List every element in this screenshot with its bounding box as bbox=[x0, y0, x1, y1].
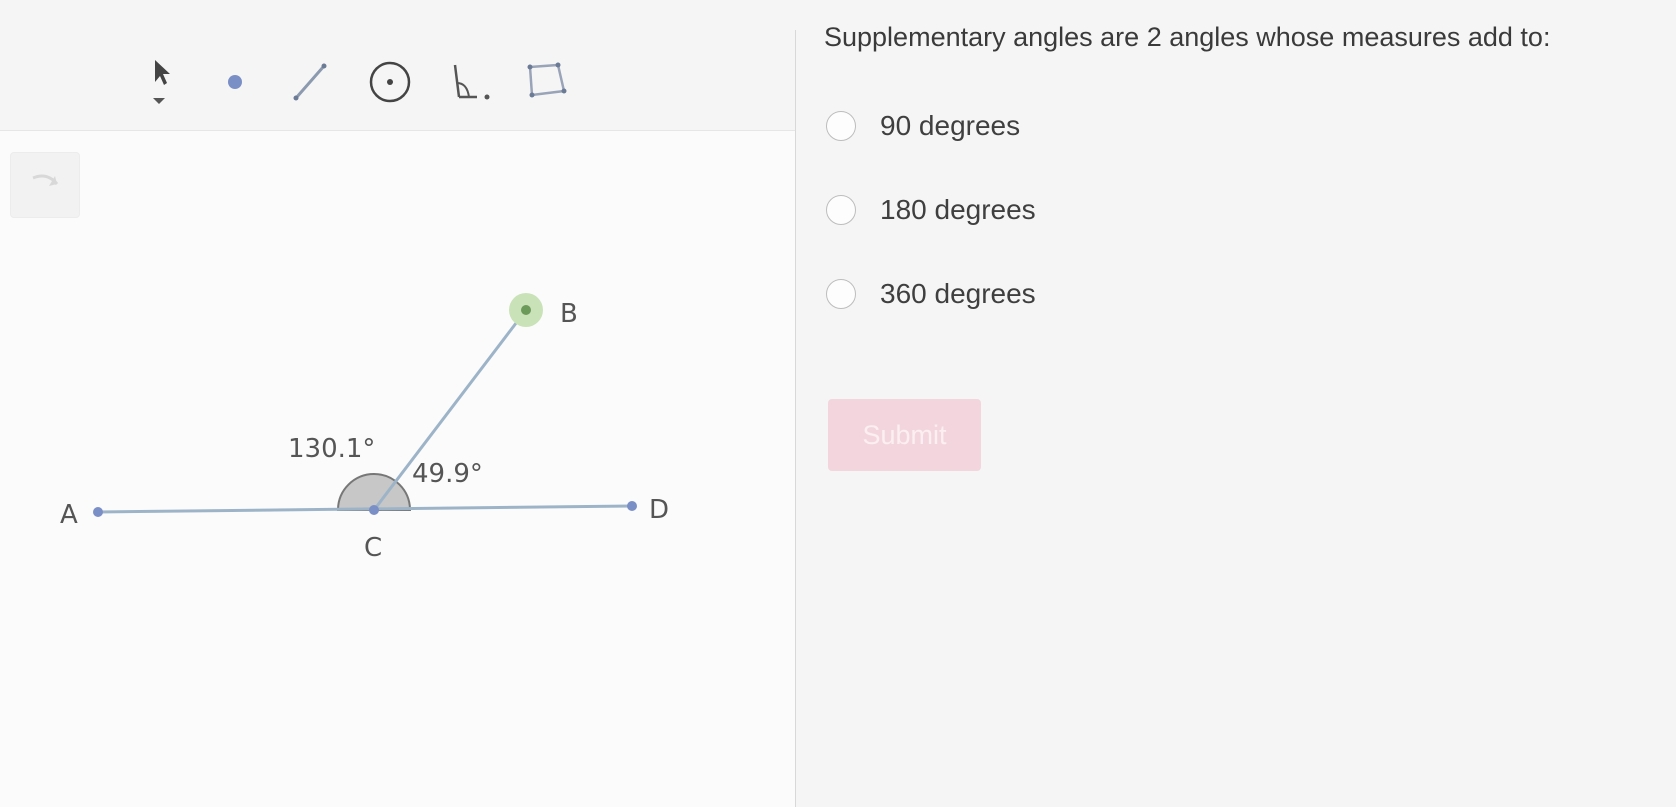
radio-button[interactable] bbox=[826, 195, 856, 225]
label-point-d: D bbox=[649, 495, 669, 525]
point-c[interactable] bbox=[369, 505, 379, 515]
label-point-a: A bbox=[60, 500, 78, 530]
geometry-canvas[interactable]: A B C D 130.1° 49.9° bbox=[0, 30, 795, 807]
geometry-applet: A B C D 130.1° 49.9° bbox=[0, 30, 796, 807]
radio-button[interactable] bbox=[826, 111, 856, 141]
label-point-b: B bbox=[560, 299, 578, 329]
option-label: 180 degrees bbox=[880, 194, 1036, 225]
option-90-degrees[interactable]: 90 degrees bbox=[826, 106, 1020, 146]
option-label: 360 degrees bbox=[880, 278, 1036, 309]
option-360-degrees[interactable]: 360 degrees bbox=[826, 274, 1036, 314]
option-label: 90 degrees bbox=[880, 110, 1021, 141]
angle-sector bbox=[336, 473, 412, 511]
point-a[interactable] bbox=[93, 507, 103, 517]
submit-button[interactable]: Submit bbox=[828, 399, 981, 471]
label-angle-acd: 130.1° bbox=[288, 434, 375, 464]
point-d[interactable] bbox=[627, 501, 637, 511]
point-b[interactable] bbox=[521, 305, 531, 315]
label-point-c: C bbox=[364, 533, 382, 563]
label-angle-bcd: 49.9° bbox=[412, 459, 483, 489]
radio-button[interactable] bbox=[826, 279, 856, 309]
option-180-degrees[interactable]: 180 degrees bbox=[826, 190, 1036, 230]
question-prompt: Supplementary angles are 2 angles whose … bbox=[824, 22, 1551, 52]
